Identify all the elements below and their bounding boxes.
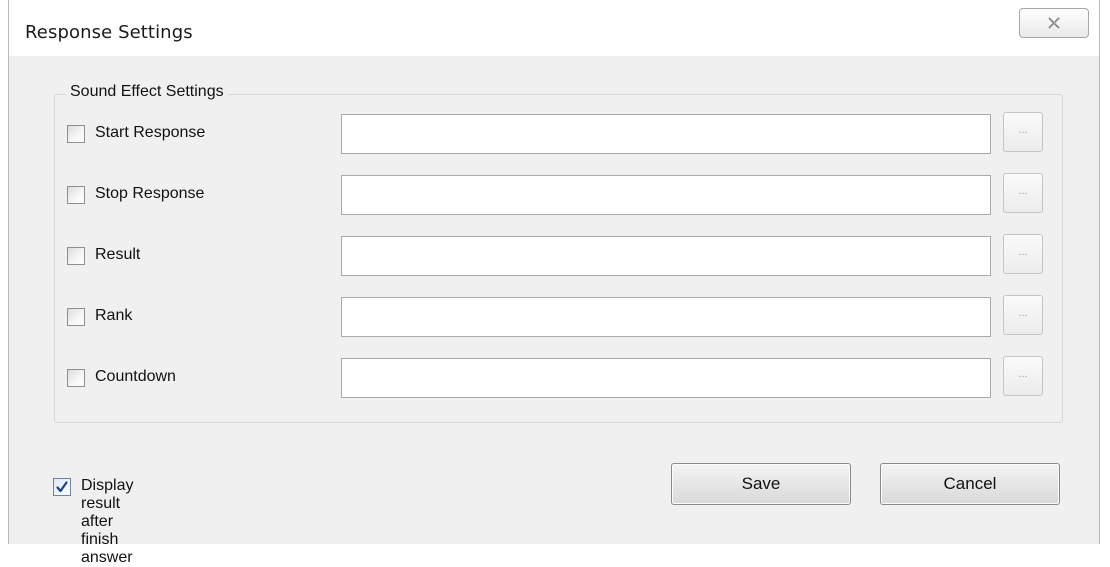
sound-row-result: Result ... bbox=[67, 234, 1052, 276]
close-icon bbox=[1048, 17, 1061, 29]
countdown-checkbox[interactable] bbox=[67, 369, 85, 387]
stop-response-label: Stop Response bbox=[95, 185, 205, 202]
title-bar: Response Settings bbox=[9, 0, 1099, 56]
countdown-label: Countdown bbox=[95, 368, 176, 385]
stop-response-checkbox[interactable] bbox=[67, 186, 85, 204]
rank-path-input[interactable] bbox=[341, 297, 991, 337]
dialog-title: Response Settings bbox=[25, 22, 193, 43]
save-button[interactable]: Save bbox=[671, 463, 851, 505]
start-response-path-input[interactable] bbox=[341, 114, 991, 154]
rank-label: Rank bbox=[95, 307, 133, 324]
sound-row-rank: Rank ... bbox=[67, 295, 1052, 337]
start-response-checkbox[interactable] bbox=[67, 125, 85, 143]
sound-row-stop-response: Stop Response ... bbox=[67, 173, 1052, 215]
response-settings-dialog: Response Settings Sound Effect Settings … bbox=[8, 0, 1100, 566]
dialog-content: Sound Effect Settings Start Response ...… bbox=[9, 56, 1099, 566]
countdown-path-input[interactable] bbox=[341, 358, 991, 398]
result-label: Result bbox=[95, 246, 141, 263]
result-path-input[interactable] bbox=[341, 236, 991, 276]
sound-row-start-response: Start Response ... bbox=[67, 112, 1052, 154]
rank-browse-button[interactable]: ... bbox=[1003, 295, 1043, 335]
display-result-checkbox[interactable] bbox=[53, 478, 71, 496]
sound-effect-settings-group: Sound Effect Settings Start Response ...… bbox=[54, 83, 1063, 423]
rank-checkbox[interactable] bbox=[67, 308, 85, 326]
countdown-browse-button[interactable]: ... bbox=[1003, 356, 1043, 396]
cancel-button[interactable]: Cancel bbox=[880, 463, 1060, 505]
group-legend: Sound Effect Settings bbox=[66, 83, 228, 101]
close-button[interactable] bbox=[1019, 8, 1089, 38]
result-browse-button[interactable]: ... bbox=[1003, 234, 1043, 274]
display-result-label: Display result after finish answer bbox=[81, 477, 134, 566]
sound-row-countdown: Countdown ... bbox=[67, 356, 1052, 398]
checkmark-icon bbox=[56, 481, 68, 493]
start-response-label: Start Response bbox=[95, 124, 206, 141]
stop-response-path-input[interactable] bbox=[341, 175, 991, 215]
stop-response-browse-button[interactable]: ... bbox=[1003, 173, 1043, 213]
result-checkbox[interactable] bbox=[67, 247, 85, 265]
start-response-browse-button[interactable]: ... bbox=[1003, 112, 1043, 152]
